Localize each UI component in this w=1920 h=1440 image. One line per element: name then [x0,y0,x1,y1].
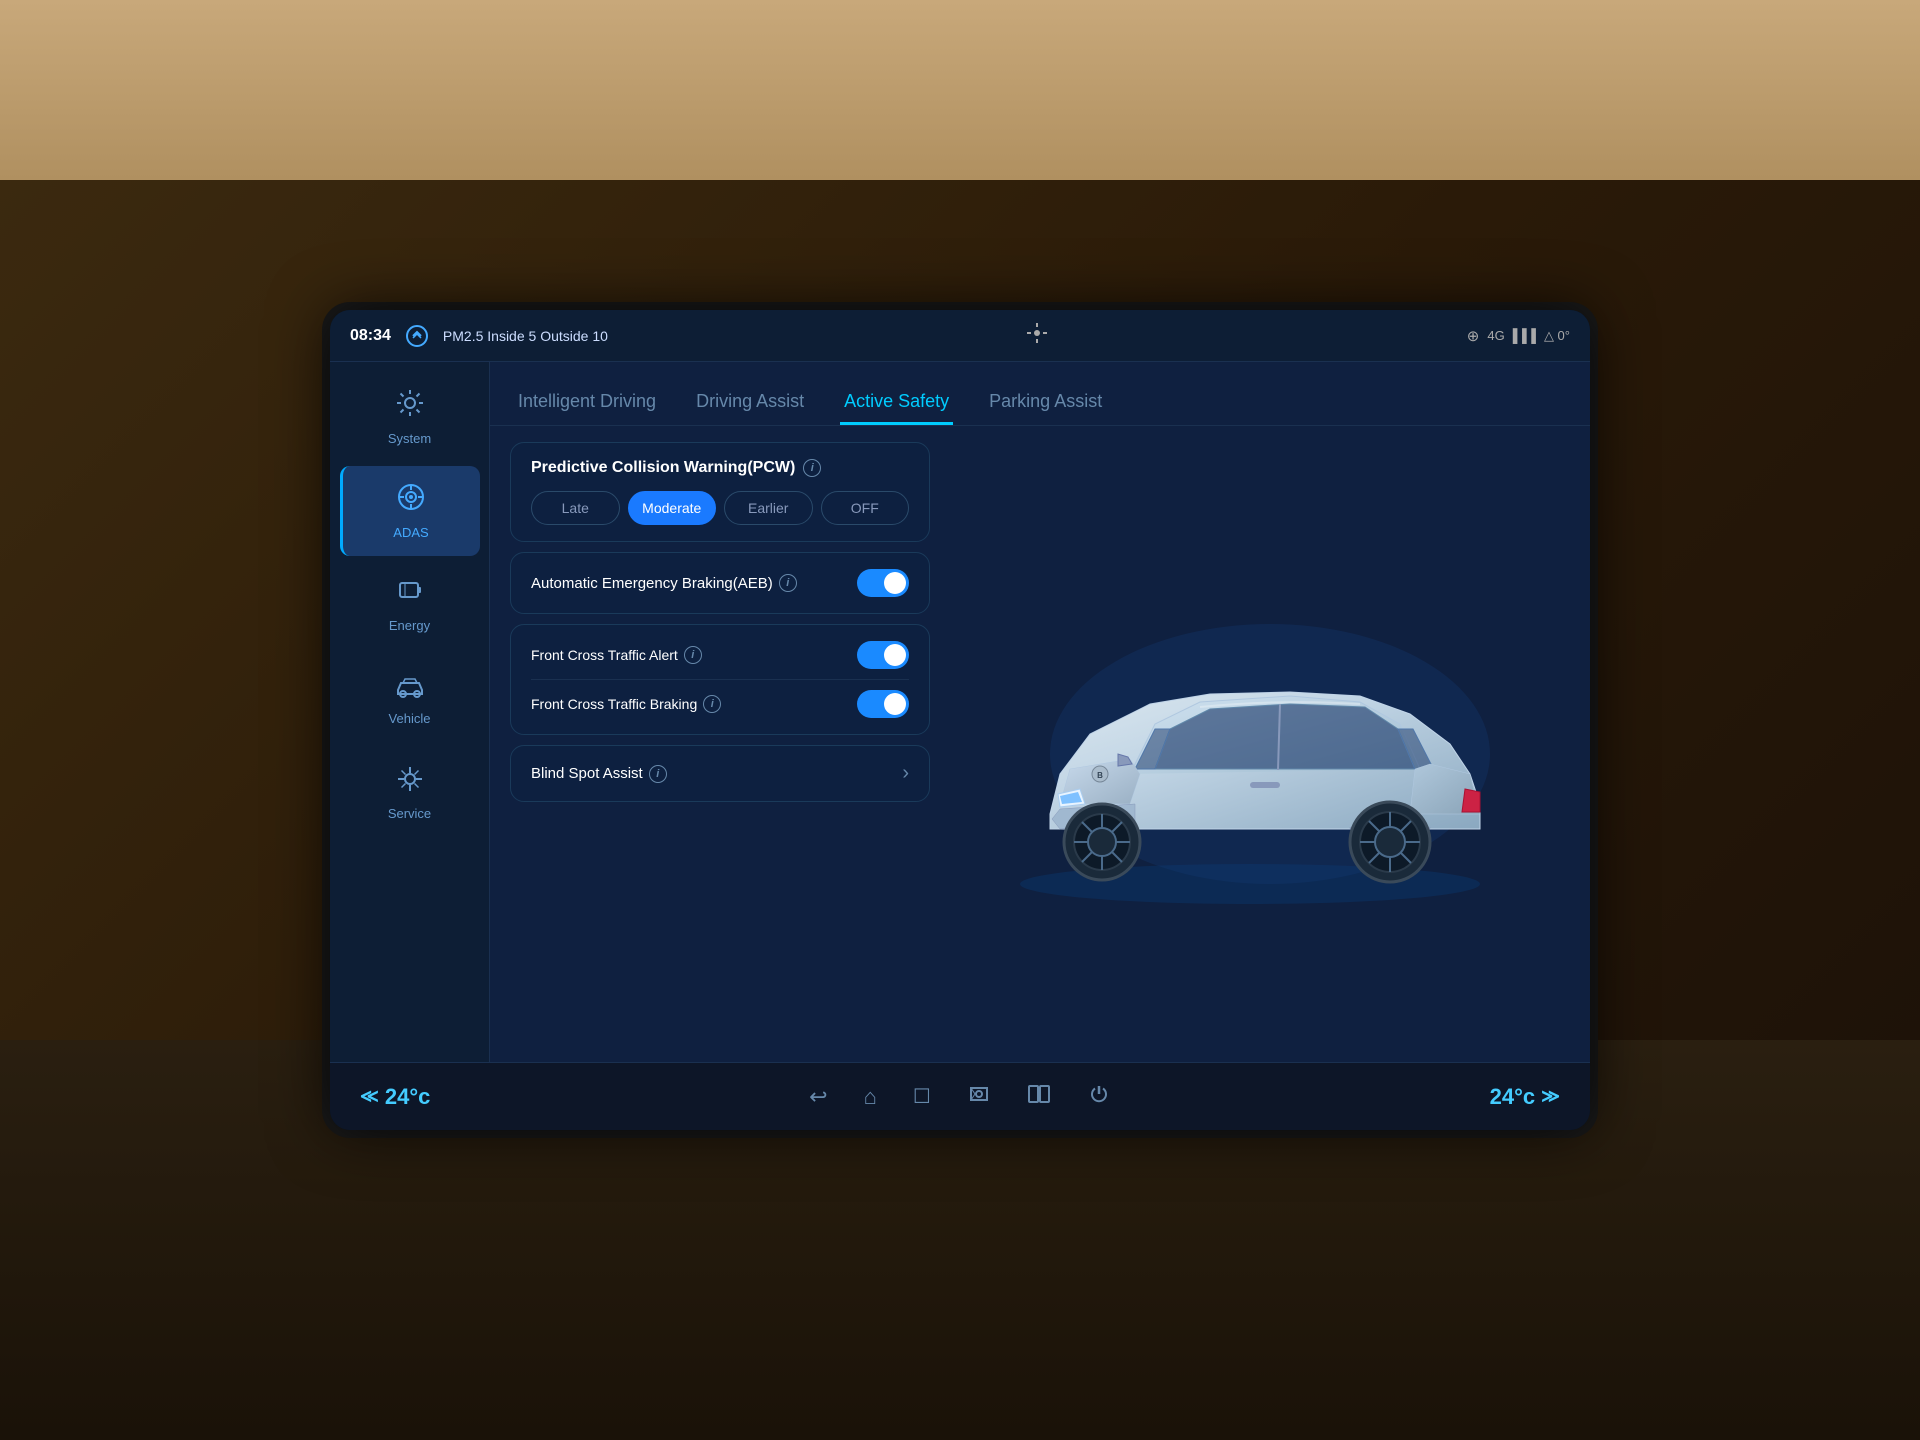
media-button[interactable] [967,1082,991,1112]
front-cross-braking-toggle[interactable] [857,690,909,718]
aeb-card: Automatic Emergency Braking(AEB) i [510,552,930,614]
blind-spot-label: Blind Spot Assist [531,765,643,782]
pm-reading: PM2.5 Inside 5 Outside 10 [443,328,608,344]
settings-panel: Predictive Collision Warning(PCW) i Late… [510,442,930,1046]
aeb-info: Automatic Emergency Braking(AEB) i [531,574,797,592]
pcw-card: Predictive Collision Warning(PCW) i Late… [510,442,930,542]
tab-intelligent-driving[interactable]: Intelligent Driving [514,381,660,425]
sidebar-item-system[interactable]: System [340,372,480,462]
temp-left-display: ≪ 24°c [360,1084,430,1110]
sidebar-item-energy[interactable]: Energy [340,560,480,650]
sidebar-energy-label: Energy [389,618,430,633]
card-divider [531,679,909,680]
pm-icon [403,322,431,350]
car-svg: B [970,574,1530,914]
sidebar-item-adas[interactable]: ADAS [340,466,480,556]
pcw-info-icon[interactable]: i [803,459,821,477]
tabs-bar: Intelligent Driving Driving Assist Activ… [490,362,1590,426]
signal-icon: 4G ▐▐▐ [1487,328,1536,343]
pcw-btn-moderate[interactable]: Moderate [628,491,717,525]
front-cross-braking-row: Front Cross Traffic Braking i [531,690,909,718]
sidebar-item-vehicle[interactable]: Vehicle [340,654,480,744]
settings-with-car: Predictive Collision Warning(PCW) i Late… [490,426,1590,1062]
tab-driving-assist[interactable]: Driving Assist [692,381,808,425]
aeb-label: Automatic Emergency Braking(AEB) [531,575,773,592]
blind-spot-card[interactable]: Blind Spot Assist i › [510,745,930,802]
content-area: Intelligent Driving Driving Assist Activ… [490,362,1590,1062]
bottom-bar: ≪ 24°c ↩ ⌂ ☐ [330,1062,1590,1130]
blind-spot-info-icon[interactable]: i [649,765,667,783]
dashboard-background: 08:34 PM2.5 Inside 5 Outside 10 ⊕ [0,0,1920,1440]
location-icon: ⊕ [1467,327,1480,345]
front-cross-alert-toggle[interactable] [857,641,909,669]
blind-spot-info: Blind Spot Assist i [531,765,667,783]
pcw-title: Predictive Collision Warning(PCW) i [531,459,909,477]
pcw-options: Late Moderate Earlier OFF [531,491,909,525]
pcw-btn-earlier[interactable]: Earlier [724,491,813,525]
aeb-info-icon[interactable]: i [779,574,797,592]
status-bar: 08:34 PM2.5 Inside 5 Outside 10 ⊕ [330,310,1590,362]
back-button[interactable]: ↩ [809,1084,827,1110]
pcw-btn-late[interactable]: Late [531,491,620,525]
front-cross-alert-info-icon[interactable]: i [684,646,702,664]
blind-spot-chevron-icon: › [902,762,909,785]
aeb-toggle-row: Automatic Emergency Braking(AEB) i [531,569,909,597]
sidebar: System ADAS [330,362,490,1062]
front-cross-braking-label: Front Cross Traffic Braking [531,696,697,712]
status-right: ⊕ 4G ▐▐▐ △ 0° [1467,327,1570,345]
front-cross-braking-info: Front Cross Traffic Braking i [531,695,721,713]
status-time: 08:34 [350,327,391,345]
front-cross-alert-label: Front Cross Traffic Alert [531,647,678,663]
pcw-btn-off[interactable]: OFF [821,491,910,525]
front-cross-alert-info: Front Cross Traffic Alert i [531,646,702,664]
power-button[interactable] [1087,1082,1111,1112]
system-icon [395,388,425,425]
signal-bars: △ 0° [1544,328,1570,344]
infotainment-screen: 08:34 PM2.5 Inside 5 Outside 10 ⊕ [330,310,1590,1130]
home-button[interactable]: ⌂ [864,1084,877,1110]
temp-right-display: 24°c ≫ [1490,1084,1560,1110]
temp-right-value: 24°c [1490,1084,1536,1110]
service-icon [396,765,424,800]
status-center-icon [1025,321,1049,350]
temp-right-arrows: ≫ [1541,1086,1560,1107]
main-layout: System ADAS [330,362,1590,1062]
aeb-toggle[interactable] [857,569,909,597]
sidebar-vehicle-label: Vehicle [389,711,431,726]
vehicle-icon [395,673,425,705]
recents-button[interactable]: ☐ [913,1084,931,1109]
nav-icons: ↩ ⌂ ☐ [809,1082,1111,1112]
sidebar-system-label: System [388,431,431,446]
sidebar-item-service[interactable]: Service [340,748,480,838]
sidebar-service-label: Service [388,806,431,821]
energy-icon [396,577,424,612]
temp-left-value: 24°c [385,1084,431,1110]
adas-icon [396,482,426,519]
front-cross-card: Front Cross Traffic Alert i Front Cross … [510,624,930,735]
sidebar-adas-label: ADAS [393,525,428,540]
svg-text:B: B [1097,771,1103,780]
tab-parking-assist[interactable]: Parking Assist [985,381,1106,425]
front-cross-alert-row: Front Cross Traffic Alert i [531,641,909,669]
car-image-area: B [930,442,1570,1046]
status-left: 08:34 PM2.5 Inside 5 Outside 10 [350,322,608,350]
temp-left-arrows: ≪ [360,1086,379,1107]
front-cross-braking-info-icon[interactable]: i [703,695,721,713]
split-screen-button[interactable] [1027,1082,1051,1112]
tab-active-safety[interactable]: Active Safety [840,381,953,425]
